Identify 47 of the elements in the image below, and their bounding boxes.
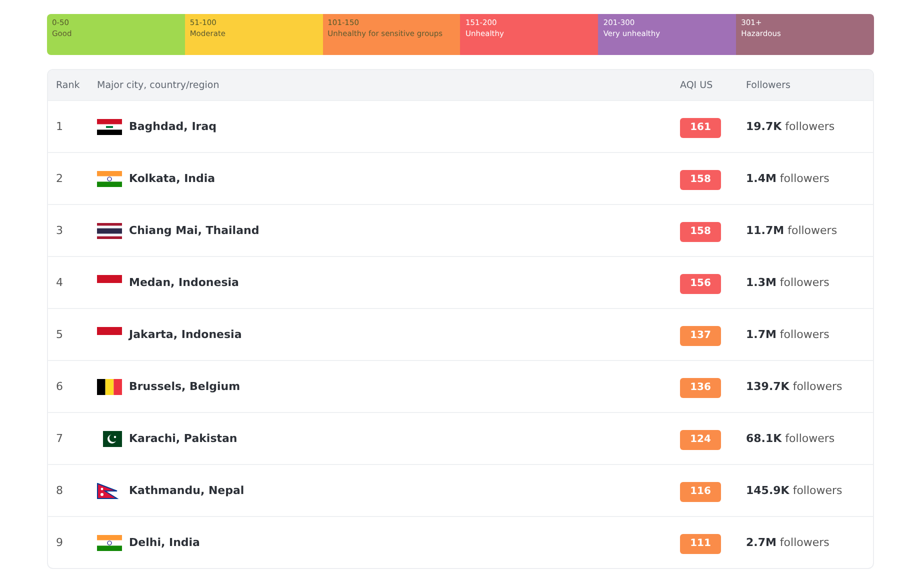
rank-cell-text: 3 xyxy=(55,224,64,237)
city-link[interactable]: Medan, Indonesia xyxy=(129,276,239,289)
column-header: AQI US xyxy=(680,80,714,90)
aqi-value: 137 xyxy=(680,326,721,346)
followers-count: 11.7M followers xyxy=(746,224,838,237)
flag-icon xyxy=(97,170,122,186)
aqi-value: 116 xyxy=(680,482,721,502)
followers-count: 1.4M followers xyxy=(746,172,830,185)
followers-count: 2.7M followers xyxy=(746,536,830,549)
aqi-value: 136 xyxy=(680,378,721,398)
rank-cell-text: 4 xyxy=(55,276,64,289)
city-link[interactable]: Karachi, Pakistan xyxy=(129,432,238,445)
column-header: Followers xyxy=(746,80,792,90)
city-link[interactable]: Delhi, India xyxy=(129,536,200,549)
followers-count: 19.7K followers xyxy=(746,120,836,133)
aqi-value: 158 xyxy=(680,222,721,242)
rank-cell-text: 8 xyxy=(55,484,64,497)
rank-cell-text: 5 xyxy=(55,328,64,341)
followers-count: 1.7M followers xyxy=(746,328,830,341)
followers-count: 1.3M followers xyxy=(746,276,830,289)
city-link[interactable]: Jakarta, Indonesia xyxy=(129,328,242,341)
followers-count: 68.1K followers xyxy=(746,432,836,445)
flag-icon xyxy=(97,118,122,134)
flag-icon xyxy=(97,222,122,238)
flag-icon xyxy=(97,274,122,282)
city-link[interactable]: Brussels, Belgium xyxy=(129,380,240,393)
rank-cell-text: 7 xyxy=(55,432,64,445)
rank-cell-text: 2 xyxy=(55,172,64,185)
flag-icon xyxy=(97,378,122,394)
flag-icon xyxy=(97,326,122,334)
followers-count: 139.7K followers xyxy=(746,380,844,393)
rank-cell-text: 1 xyxy=(55,120,64,133)
followers-count: 145.9K followers xyxy=(746,484,844,497)
rank-cell-text: 9 xyxy=(55,536,64,549)
city-link[interactable]: Kathmandu, Nepal xyxy=(129,484,244,497)
rank-cell-text: 6 xyxy=(55,380,64,393)
column-header: Rank xyxy=(55,80,81,90)
column-header: Major city, country/region xyxy=(97,80,220,90)
aqi-value: 124 xyxy=(680,430,721,450)
aqi-value: 158 xyxy=(680,170,721,190)
aqi-value: 161 xyxy=(680,118,721,138)
aqi-value: 111 xyxy=(680,534,721,554)
aqi-value: 156 xyxy=(680,274,721,294)
city-link[interactable]: Baghdad, Iraq xyxy=(129,120,217,133)
city-link[interactable]: Chiang Mai, Thailand xyxy=(129,224,260,237)
city-link[interactable]: Kolkata, India xyxy=(129,172,216,185)
flag-icon xyxy=(97,534,122,550)
